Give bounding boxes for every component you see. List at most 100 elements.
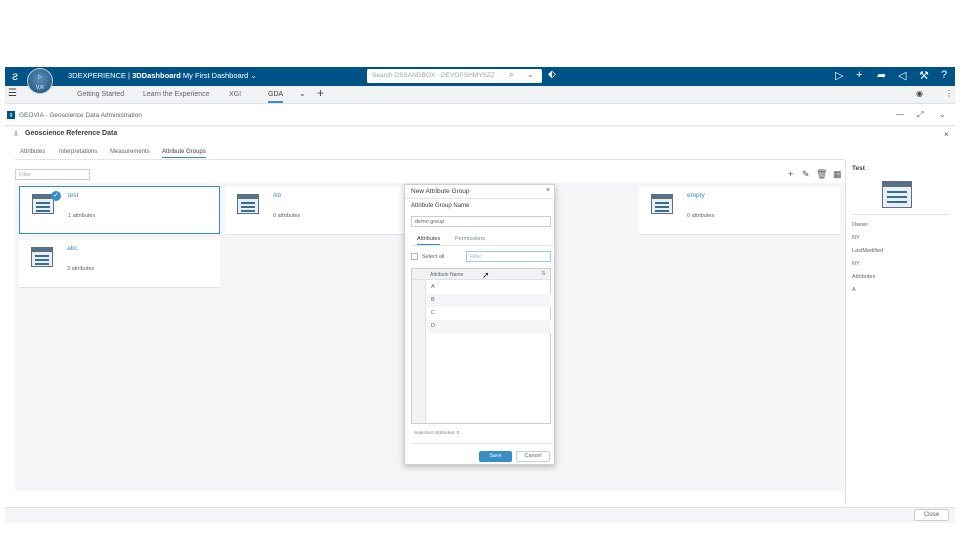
panel-footer: Close <box>5 507 955 523</box>
table-header: Attribute Name ⇅ <box>412 269 550 280</box>
row-gutter <box>412 269 426 423</box>
compass-apps-icon[interactable]: ⚒ <box>919 69 929 82</box>
delete-icon[interactable]: 🗑 <box>816 169 827 180</box>
attribute-table: Attribute Name ⇅ A B C D <box>411 268 551 424</box>
mouse-cursor-icon: ➚ <box>482 270 490 280</box>
card-test[interactable]: ✓ test 1 attributes <box>19 186 220 234</box>
close-button[interactable]: Close <box>914 509 949 521</box>
send-icon[interactable]: ◁ <box>898 69 906 82</box>
chevron-down-icon: ⌄ <box>250 71 257 80</box>
info-panel: Test Owner NY LastModified NY Attributes… <box>845 160 955 505</box>
select-all-label: Select all <box>422 254 445 260</box>
compass-label: V,R <box>36 85 44 91</box>
new-attribute-group-dialog: New Attribute Group × Attribute Group Na… <box>404 184 555 465</box>
minimize-icon[interactable]: — <box>896 110 904 119</box>
brand-prefix: 3DEXPERIENCE | <box>68 71 133 80</box>
dialog-tab-permissions[interactable]: Permissions <box>455 236 485 242</box>
search-icon[interactable]: ⌕ <box>509 70 513 80</box>
edit-icon[interactable]: ✎ <box>802 169 810 180</box>
tab-share-icon[interactable]: ⋮ <box>945 89 953 98</box>
tab-xgi[interactable]: XGI <box>229 91 241 98</box>
filter-placeholder: Filter <box>19 172 32 178</box>
sort-icon[interactable]: ⇅ <box>541 271 546 277</box>
card-ab[interactable]: Ab 0 attributes <box>225 187 426 235</box>
info-title: Test <box>852 165 865 172</box>
dialog-tab-attributes[interactable]: Attributes <box>417 236 441 245</box>
modified-value: NY <box>852 261 860 267</box>
attribute-filter-input[interactable]: Filter <box>466 251 551 262</box>
dialog-footer-divider <box>411 443 551 444</box>
card-title[interactable]: test <box>68 192 78 199</box>
3ds-logo-icon[interactable]: ƨ <box>7 68 23 84</box>
grid-view-icon[interactable]: ▦ <box>833 169 842 180</box>
selected-count: Selected Attributes: 0 <box>414 431 460 436</box>
info-divider <box>852 214 950 215</box>
close-icon[interactable]: × <box>546 187 550 194</box>
search-dropdown-icon[interactable]: ⌄ <box>527 70 534 79</box>
attribute-group-icon <box>31 247 53 267</box>
tab-divider <box>15 159 845 160</box>
share-icon[interactable]: ➦ <box>877 69 886 82</box>
cancel-button[interactable]: Cancel <box>516 451 550 462</box>
plus-icon[interactable]: + <box>856 69 862 81</box>
search-input[interactable]: Search DSSANDBOX - DEVOPSHMYSZZ <box>372 72 495 79</box>
card-empty[interactable]: empty 0 attributes <box>639 187 840 235</box>
card-title[interactable]: Ab <box>273 192 281 199</box>
dashboard-name: My First Dashboard <box>182 71 249 80</box>
dialog-divider <box>405 198 554 199</box>
select-all-checkbox[interactable] <box>411 253 418 260</box>
owner-value: NY <box>852 235 860 241</box>
card-count: 3 attributes <box>67 266 95 272</box>
tab-interpretations[interactable]: Interpretations <box>59 149 97 155</box>
table-row[interactable]: A <box>427 281 551 294</box>
tab-gda[interactable]: GDA <box>268 91 284 103</box>
panel-title: Geoscience Reference Data <box>25 130 118 137</box>
attribute-group-icon <box>651 194 673 214</box>
menu-icon[interactable]: ☰ <box>8 88 17 99</box>
add-tab-icon[interactable]: + <box>317 86 324 100</box>
modified-label: LastModified <box>852 248 884 254</box>
maximize-icon[interactable]: ⤢ <box>917 110 923 120</box>
tab-measurements[interactable]: Measurements <box>110 149 150 155</box>
tab-attribute-groups[interactable]: Attribute Groups <box>162 149 206 158</box>
save-button[interactable]: Save <box>479 451 512 462</box>
tab-learn-experience[interactable]: Learn the Experience <box>143 91 210 98</box>
search-box[interactable]: Search DSSANDBOX - DEVOPSHMYSZZ ⌕ ⌄ <box>367 69 542 83</box>
table-row[interactable]: C <box>427 307 551 320</box>
chevron-down-icon[interactable]: ⌄ <box>299 89 306 98</box>
filter-input[interactable]: Filter <box>15 169 90 180</box>
close-icon[interactable]: × <box>944 130 949 139</box>
view-toggle-icon[interactable]: ◉ <box>916 89 923 98</box>
group-name-input[interactable]: demo group <box>411 216 551 227</box>
add-icon[interactable]: + <box>788 169 793 179</box>
tab-getting-started[interactable]: Getting Started <box>77 91 124 98</box>
user-tag-icon[interactable]: ▷ <box>835 69 843 82</box>
compass-icon[interactable]: ▷ V,R <box>27 68 53 94</box>
filter-placeholder: Filter <box>470 254 482 260</box>
card-title[interactable]: abc <box>67 245 77 252</box>
tab-attributes[interactable]: Attributes <box>20 149 45 155</box>
brand-app: 3DDashboard <box>132 71 181 80</box>
top-bar: ƨ ▷ V,R 3DEXPERIENCE | 3DDashboard My Fi… <box>5 67 955 94</box>
pin-icon[interactable]: ⇩ <box>13 130 19 138</box>
chevron-down-icon[interactable]: ⌄ <box>939 110 946 119</box>
dialog-title: New Attribute Group <box>411 188 470 195</box>
brand-title[interactable]: 3DEXPERIENCE | 3DDashboard My First Dash… <box>68 71 257 80</box>
owner-label: Owner <box>852 222 869 228</box>
attributes-value: A <box>852 287 856 293</box>
column-header-attribute-name[interactable]: Attribute Name <box>430 272 463 278</box>
attribute-group-icon <box>882 181 912 208</box>
card-count: 0 attributes <box>687 213 715 219</box>
group-name-label: Attribute Group Name <box>411 203 470 209</box>
help-icon[interactable]: ? <box>941 69 947 81</box>
table-row[interactable]: D <box>427 320 551 333</box>
tag-icon[interactable]: ⬖ <box>548 69 556 80</box>
compass-play-icon: ▷ <box>38 74 42 80</box>
card-abc[interactable]: abc 3 attributes <box>19 240 220 288</box>
card-count: 0 attributes <box>273 213 301 219</box>
check-icon: ✓ <box>51 191 61 201</box>
app-header: g GEOVIA - Geoscience Data Administratio… <box>5 104 955 126</box>
table-row[interactable]: B <box>427 294 551 307</box>
app-title: GEOVIA - Geoscience Data Administration <box>19 112 142 119</box>
card-title[interactable]: empty <box>687 192 705 199</box>
